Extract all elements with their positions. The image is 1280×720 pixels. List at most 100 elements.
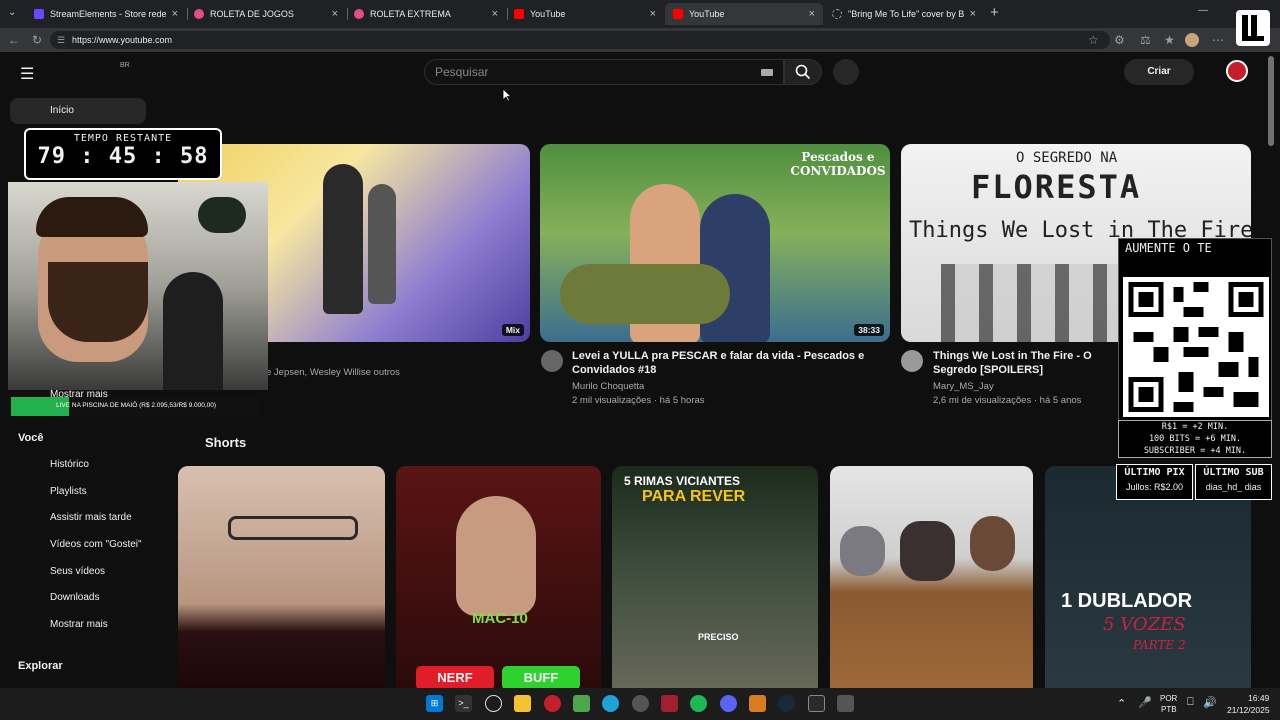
- sidebar-item-your-videos[interactable]: Seus vídeos: [50, 566, 105, 577]
- channel-avatar[interactable]: [541, 350, 563, 372]
- create-label: Criar: [1147, 66, 1171, 77]
- back-icon[interactable]: ←: [8, 33, 20, 47]
- keyboard-icon[interactable]: [761, 69, 773, 76]
- close-icon[interactable]: ×: [172, 8, 178, 20]
- sidebar-item-downloads[interactable]: Downloads: [50, 592, 99, 603]
- new-tab-icon[interactable]: +: [990, 4, 999, 21]
- youtube-icon: [673, 9, 683, 19]
- app-green-icon[interactable]: [573, 695, 590, 712]
- goal-text: LIVE NA PISCINA DE MAIÔ (R$ 2.095,53/R$ …: [56, 402, 217, 409]
- lang-code[interactable]: POR: [1160, 694, 1177, 703]
- sidebar-item-playlists[interactable]: Playlists: [50, 486, 87, 497]
- microphone-icon[interactable]: 🎤: [1138, 696, 1152, 709]
- tab-label: "Bring Me To Life" cover by Bev &: [848, 9, 964, 19]
- edge-icon[interactable]: [602, 695, 619, 712]
- short-thumbnail[interactable]: 5 RIMAS VICIANTES PARA REVER PRECISO: [612, 466, 818, 688]
- tab-roleta-de-jogos[interactable]: ROLETA DE JOGOS ×: [186, 3, 346, 25]
- obs-icon[interactable]: [485, 695, 502, 712]
- sidebar-heading-explore[interactable]: Explorar: [18, 660, 63, 672]
- collections-icon[interactable]: ⚖: [1140, 33, 1151, 47]
- favorite-icon[interactable]: ☆: [1088, 33, 1099, 47]
- search-input[interactable]: Pesquisar: [424, 59, 784, 85]
- url-text: https://www.youtube.com: [72, 35, 173, 45]
- minimize-icon[interactable]: —: [1198, 5, 1208, 16]
- channel-name[interactable]: Murilo Choquetta: [572, 381, 644, 392]
- webcam-overlay: [8, 182, 268, 390]
- epic-games-icon[interactable]: [808, 695, 825, 712]
- tray-chevron-icon[interactable]: ⌃: [1117, 697, 1126, 710]
- sidebar-item-watch-later[interactable]: Assistir mais tarde: [50, 512, 132, 523]
- short-text-3: PARTE 2: [1133, 638, 1186, 652]
- calculator-icon[interactable]: [837, 695, 854, 712]
- discord-icon[interactable]: [720, 695, 737, 712]
- last-sub-label: ÚLTIMO SUB: [1203, 467, 1264, 478]
- mouse-cursor-icon: [502, 88, 512, 102]
- close-icon[interactable]: ×: [492, 8, 498, 20]
- close-icon[interactable]: ×: [970, 8, 976, 20]
- terminal-icon[interactable]: >_: [455, 695, 472, 712]
- video-thumbnail[interactable]: Pescados e CONVIDADOS 38:33: [540, 144, 890, 342]
- tab-youtube-1[interactable]: YouTube ×: [506, 3, 664, 25]
- windows-start-icon[interactable]: ⊞: [426, 695, 443, 712]
- lang-code-2[interactable]: PTB: [1161, 705, 1177, 714]
- stream-timer: TEMPO RESTANTE 79 : 45 : 58: [24, 128, 222, 180]
- last-pix-value: Jullos: R$2.00: [1125, 482, 1184, 492]
- app-red-icon[interactable]: [544, 695, 561, 712]
- sidebar-item-show-more[interactable]: Mostrar mais: [50, 619, 108, 630]
- app-purple-icon[interactable]: [632, 695, 649, 712]
- channel-name[interactable]: Mary_MS_Jay: [933, 381, 994, 392]
- video-duration: 38:33: [854, 324, 884, 336]
- video-title[interactable]: Things We Lost in The Fire - O Segredo […: [933, 349, 1123, 377]
- clock-time[interactable]: 16:49: [1248, 693, 1269, 703]
- hamburger-menu-icon[interactable]: ☰: [20, 64, 34, 84]
- short-text: MAC-10: [472, 610, 528, 627]
- short-thumbnail[interactable]: MAC-10 NERF BUFF: [396, 466, 601, 688]
- clock-date[interactable]: 21/12/2025: [1227, 705, 1270, 715]
- close-icon[interactable]: ×: [809, 8, 815, 20]
- network-icon[interactable]: ⎕: [1187, 696, 1194, 709]
- last-pix-box: ÚLTIMO PIX Jullos: R$2.00: [1116, 464, 1193, 500]
- steam-icon[interactable]: [778, 695, 795, 712]
- create-button[interactable]: Criar: [1124, 59, 1194, 85]
- favorites-bar-icon[interactable]: ★: [1164, 33, 1175, 47]
- video-title[interactable]: Levei a YULLA pra PESCAR e falar da vida…: [572, 349, 872, 377]
- buff-label: BUFF: [523, 670, 559, 685]
- video-stats: 2 mil visualizações · há 5 horas: [572, 395, 705, 406]
- more-menu-icon[interactable]: ⋯: [1212, 33, 1224, 47]
- app-news-icon[interactable]: [661, 695, 678, 712]
- tab-bring-me-to-life[interactable]: "Bring Me To Life" cover by Bev & ×: [824, 3, 984, 25]
- thumbnail-text-1: O SEGREDO NA: [1016, 150, 1118, 166]
- spotify-icon[interactable]: [690, 695, 707, 712]
- video-meta: e Jepsen, Wesley Willise outros: [266, 367, 400, 378]
- short-thumbnail[interactable]: [830, 466, 1033, 688]
- tab-list-icon[interactable]: ⌄: [8, 7, 16, 18]
- voice-search-button[interactable]: [833, 59, 859, 85]
- tab-youtube-active[interactable]: YouTube ×: [665, 3, 823, 25]
- sidebar-item-liked-videos[interactable]: Vídeos com "Gostei": [50, 539, 142, 550]
- search-button[interactable]: [784, 59, 822, 85]
- page-scrollbar[interactable]: [1268, 56, 1274, 146]
- channel-avatar[interactable]: [901, 350, 923, 372]
- tab-label: ROLETA EXTREMA: [370, 9, 451, 19]
- url-input[interactable]: ☰ https://www.youtube.com: [50, 31, 1110, 49]
- sidebar-heading-you[interactable]: Você: [18, 432, 43, 444]
- close-icon[interactable]: ×: [332, 8, 338, 20]
- tab-roleta-extrema[interactable]: ROLETA EXTREMA ×: [346, 3, 506, 25]
- mix-badge: Mix: [501, 324, 524, 336]
- search-icon: [795, 64, 811, 80]
- file-explorer-icon[interactable]: [514, 695, 531, 712]
- app-orange-icon[interactable]: [749, 695, 766, 712]
- profile-avatar[interactable]: [1185, 33, 1199, 47]
- short-thumbnail[interactable]: [178, 466, 385, 688]
- country-code: BR: [120, 62, 130, 69]
- site-info-icon[interactable]: ☰: [57, 31, 65, 49]
- reload-icon[interactable]: ↻: [32, 33, 42, 47]
- extensions-icon[interactable]: ⚙: [1114, 33, 1125, 47]
- volume-icon[interactable]: 🔊: [1203, 696, 1217, 709]
- tab-streamelements[interactable]: StreamElements - Store redemptic ×: [26, 3, 186, 25]
- close-icon[interactable]: ×: [650, 8, 656, 20]
- sidebar-item-history[interactable]: Histórico: [50, 459, 89, 470]
- goal-bar: LIVE NA PISCINA DE MAIÔ (R$ 2.095,53/R$ …: [11, 397, 259, 416]
- channel-avatar[interactable]: [1226, 60, 1248, 82]
- sidebar-item-home[interactable]: Início: [10, 98, 146, 124]
